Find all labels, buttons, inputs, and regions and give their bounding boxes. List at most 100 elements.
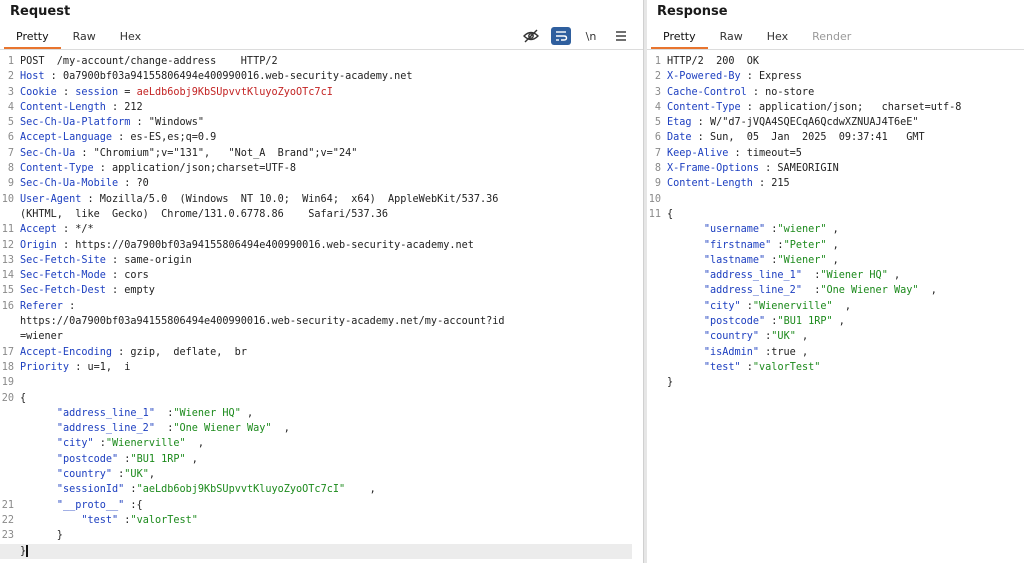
response-line: "address_line_1" :"Wiener HQ" , <box>647 268 1024 283</box>
token-text: : application/json;charset=UTF-8 <box>93 163 297 175</box>
token-text: , <box>240 407 254 419</box>
request-line: 9 Sec-Ch-Ua-Mobile : ?0 <box>0 176 643 191</box>
code-text: Sec-Fetch-Dest : empty <box>20 283 643 298</box>
token-key: "country" <box>56 469 113 481</box>
token-key: Keep-Alive <box>667 147 729 159</box>
code-text: "postcode" :"BU1 1RP" , <box>667 314 1024 329</box>
token-key: Origin <box>20 239 57 251</box>
request-editor[interactable]: 1 POST /my-account/change-address HTTP/2 2… <box>0 50 643 559</box>
token-text: , <box>832 316 845 328</box>
code-text: "firstname" :"Peter" , <box>667 238 1024 253</box>
line-number: 7 <box>654 147 661 159</box>
code-text: Cache-Control : no-store <box>667 85 1024 100</box>
line-number: 7 <box>7 147 14 159</box>
token-key: "city" <box>56 438 94 450</box>
line-number <box>647 299 667 314</box>
response-line: "address_line_2" :"One Wiener Way" , <box>647 283 1024 298</box>
wrap-lines-icon[interactable] <box>551 27 571 45</box>
code-text: } <box>667 375 1024 390</box>
code-text: "city" :"Wienerville" , <box>20 436 643 451</box>
code-text: Content-Length : 215 <box>667 176 1024 191</box>
menu-icon[interactable] <box>611 27 631 45</box>
request-line: 14 Sec-Fetch-Mode : cors <box>0 268 643 283</box>
token-key: Date <box>667 132 692 144</box>
code-text: Sec-Ch-Ua-Platform : "Windows" <box>20 115 643 130</box>
response-line: "city" :"Wienerville" , <box>647 299 1024 314</box>
response-line: 2 X-Powered-By : Express <box>647 69 1024 84</box>
token-text: : <box>154 423 174 435</box>
code-text: "address_line_1" :"Wiener HQ" , <box>667 268 1024 283</box>
token-text: , <box>826 239 839 251</box>
response-tab-render[interactable]: Render <box>800 24 863 49</box>
token-text: : <box>154 407 174 419</box>
request-line: 23 } <box>0 528 643 543</box>
token-text: : <box>801 270 821 282</box>
token-string: "valorTest" <box>130 514 198 526</box>
line-number: 2 <box>654 71 661 83</box>
token-text: : 215 <box>752 178 790 190</box>
token-text: : "Windows" <box>130 117 205 129</box>
line-number: 10 <box>1 193 14 205</box>
request-line: "country" :"UK", <box>0 467 643 482</box>
token-text: , <box>826 254 839 266</box>
token-key: Sec-Ch-Ua <box>20 147 76 159</box>
request-line: 15 Sec-Fetch-Dest : empty <box>0 283 643 298</box>
token-string: "Wienerville" <box>752 300 833 312</box>
token-text: } <box>667 377 674 389</box>
token-key: "lastname" <box>703 254 766 266</box>
token-text: : W/"d7-jVQA4SQECqA6QcdwXZNUAJ4T6eE" <box>691 117 919 129</box>
line-number: 13 <box>1 254 14 266</box>
token-text: : <box>801 285 821 297</box>
request-tab-hex[interactable]: Hex <box>108 24 153 49</box>
token-text: : <box>771 239 784 251</box>
response-tab-hex[interactable]: Hex <box>755 24 800 49</box>
code-text: Host : 0a7900bf03a94155806494e400990016.… <box>20 69 643 84</box>
response-editor[interactable]: 1 HTTP/2 200 OK 2 X-Powered-By : Express 3 Ca… <box>647 50 1024 391</box>
token-key: Sec-Fetch-Dest <box>20 285 106 297</box>
code-text: (KHTML, like Gecko) Chrome/131.0.6778.86… <box>20 207 643 222</box>
line-number: 23 <box>1 530 14 542</box>
line-number <box>0 421 20 436</box>
token-text: : same-origin <box>105 254 192 266</box>
token-key: "address_line_1" <box>56 407 155 419</box>
request-tab-raw[interactable]: Raw <box>61 24 108 49</box>
request-line: "sessionId" :"aeLdb6obj9KbSUpvvtKluyoZyo… <box>0 482 643 497</box>
line-number <box>0 314 20 329</box>
token-text: : <box>759 331 772 343</box>
line-number: 12 <box>1 239 14 251</box>
line-number: 4 <box>7 101 14 113</box>
code-text: "test" :"valorTest" <box>667 360 1024 375</box>
code-text: Sec-Ch-Ua : "Chromium";v="131", "Not_A B… <box>20 146 643 161</box>
request-line: 13 Sec-Fetch-Site : same-origin <box>0 253 643 268</box>
token-text: : "Chromium";v="131", "Not_A Brand";v="2… <box>75 147 358 159</box>
token-key: "sessionId" <box>56 484 125 496</box>
code-text: "address_line_1" :"Wiener HQ" , <box>20 406 643 421</box>
line-number <box>0 544 20 559</box>
response-tabbar: Pretty Raw Hex Render <box>647 24 1024 50</box>
request-line: "address_line_1" :"Wiener HQ" , <box>0 406 643 421</box>
hide-icon[interactable] <box>521 27 541 45</box>
response-tab-pretty[interactable]: Pretty <box>651 24 708 49</box>
request-line: 21 "__proto__" :{ <box>0 498 643 513</box>
token-key: X-Frame-Options <box>667 163 760 175</box>
token-string: "BU1 1RP" <box>777 316 833 328</box>
token-text: { <box>667 208 674 220</box>
token-text: : <box>118 514 131 526</box>
token-text: : application/json; charset=utf-8 <box>740 101 962 113</box>
response-line: 7 Keep-Alive : timeout=5 <box>647 146 1024 161</box>
line-number: 22 <box>1 514 14 526</box>
response-line: "isAdmin" :true , <box>647 345 1024 360</box>
response-tab-raw[interactable]: Raw <box>708 24 755 49</box>
newline-icon[interactable]: \n <box>581 27 601 45</box>
code-text: X-Powered-By : Express <box>667 69 1024 84</box>
code-text: Keep-Alive : timeout=5 <box>667 146 1024 161</box>
token-text: : timeout=5 <box>728 147 802 159</box>
code-text: "test" :"valorTest" <box>20 513 643 528</box>
token-text: POST /my-account/change-address HTTP/2 <box>20 56 278 67</box>
request-tab-pretty[interactable]: Pretty <box>4 24 61 49</box>
line-number: 1 <box>7 56 14 67</box>
line-number: 20 <box>1 392 14 404</box>
token-text: : <box>765 316 778 328</box>
line-number: 11 <box>648 208 661 220</box>
